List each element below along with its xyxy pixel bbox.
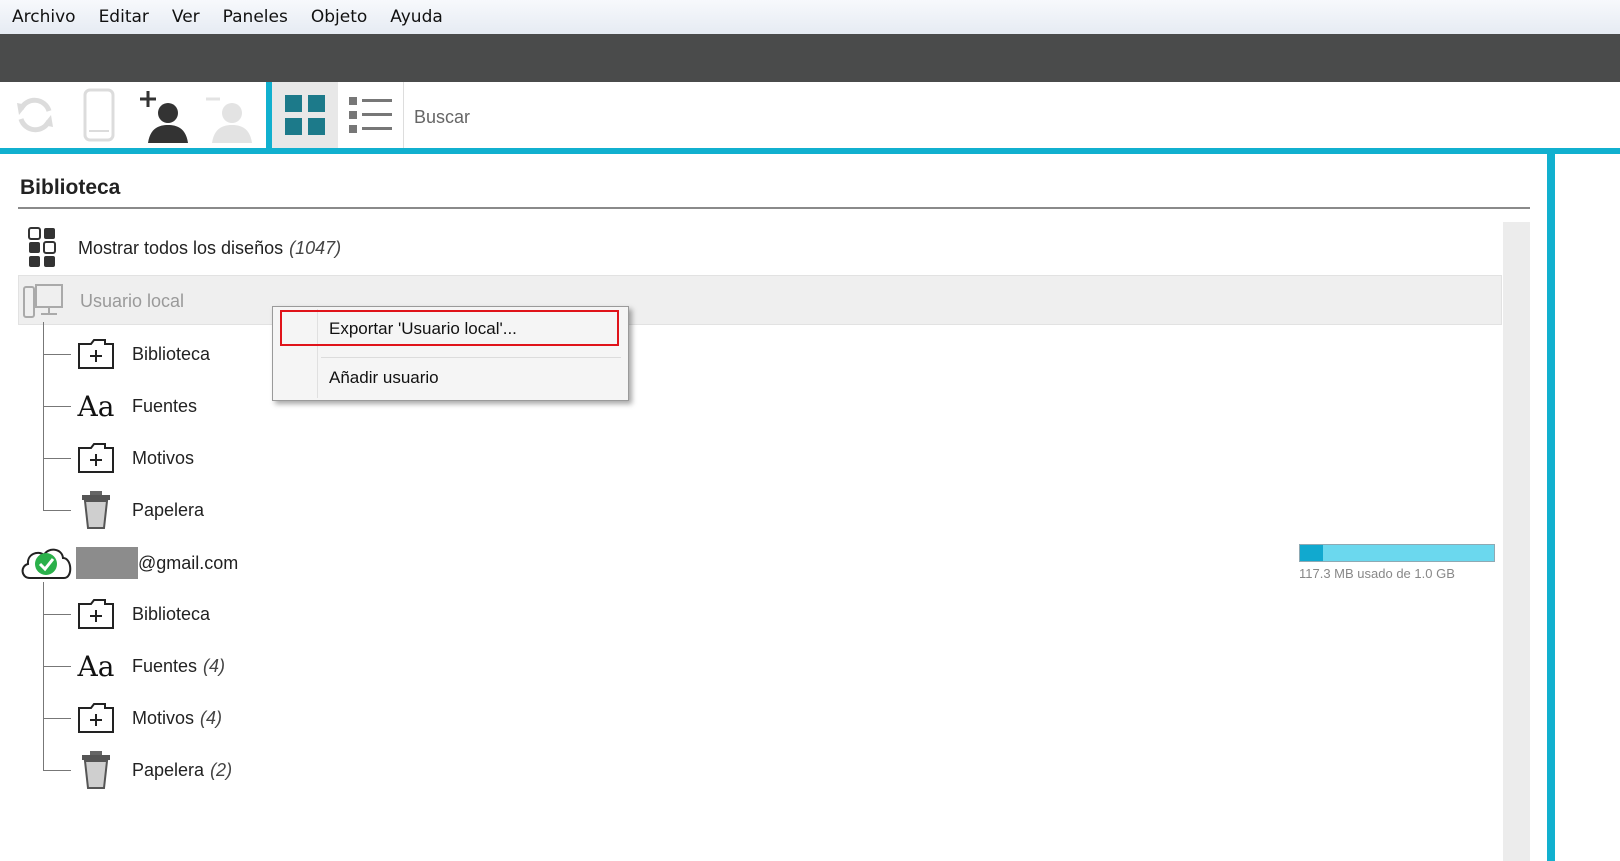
cloud-email-label: @gmail.com: [138, 552, 239, 573]
menu-objeto[interactable]: Objeto: [311, 7, 367, 27]
tree-line: [43, 582, 44, 771]
toolbar: [0, 82, 1620, 154]
cloud-motifs-label: Motivos: [132, 707, 195, 728]
tree-branch: [43, 354, 71, 355]
local-motifs-label: Motivos: [132, 447, 195, 468]
title-strip: [0, 34, 1620, 82]
cloud-check-icon: [18, 544, 74, 582]
cloud-trash-item[interactable]: Papelera (2): [76, 748, 232, 792]
panel-divider: [18, 207, 1530, 209]
menu-ver[interactable]: Ver: [172, 7, 200, 27]
toolbar-left-group: [0, 82, 268, 148]
tree-branch: [43, 614, 71, 615]
add-user-icon: [140, 91, 188, 143]
redacted-email-block: [76, 547, 138, 579]
cloud-motifs-count: (4): [200, 707, 223, 728]
tree-branch: [43, 510, 71, 511]
list-view-button[interactable]: [338, 82, 404, 148]
local-trash-item[interactable]: Papelera: [76, 488, 204, 532]
storage-fill: [1300, 545, 1323, 561]
font-icon: Aa: [77, 649, 115, 683]
menu-archivo[interactable]: Archivo: [12, 7, 76, 27]
local-motifs-item[interactable]: Motivos: [76, 438, 194, 478]
tree-branch: [43, 666, 71, 667]
cloud-fonts-label: Fuentes: [132, 655, 198, 676]
local-user-highlight: [18, 275, 1502, 325]
search-input[interactable]: [414, 102, 1114, 132]
folder-add-icon: [76, 442, 116, 474]
grid-view-button[interactable]: [272, 82, 338, 148]
device-icon: [83, 88, 115, 142]
folder-add-icon: [76, 702, 116, 734]
local-user-label: Usuario local: [80, 290, 185, 311]
remove-user-button[interactable]: [200, 82, 256, 148]
device-button[interactable]: [76, 82, 122, 148]
cloud-library-item[interactable]: Biblioteca: [76, 594, 210, 634]
local-trash-label: Papelera: [132, 499, 205, 520]
tree-branch: [43, 770, 71, 771]
add-user-item[interactable]: Añadir usuario: [329, 368, 439, 388]
cloud-fonts-item[interactable]: Aa Fuentes (4): [76, 646, 226, 686]
list-view-icon: [348, 97, 392, 133]
menu-bar: Archivo Editar Ver Paneles Objeto Ayuda: [0, 0, 1620, 34]
local-library-label: Biblioteca: [132, 343, 211, 364]
menu-editar[interactable]: Editar: [99, 7, 149, 27]
show-all-label: Mostrar todos los diseños: [78, 237, 284, 258]
grid-view-icon: [285, 95, 325, 135]
font-icon: Aa: [77, 389, 115, 423]
context-menu: Exportar 'Usuario local'... Añadir usuar…: [272, 306, 629, 401]
cloud-motifs-item[interactable]: Motivos (4): [76, 698, 222, 738]
tree-branch: [43, 718, 71, 719]
folder-add-icon: [76, 598, 116, 630]
menu-ayuda[interactable]: Ayuda: [390, 7, 443, 27]
cloud-user-row[interactable]: @gmail.com: [18, 542, 238, 584]
local-fonts-item[interactable]: Aa Fuentes: [76, 386, 198, 426]
show-all-count: (1047): [289, 237, 342, 258]
show-all-designs-row[interactable]: Mostrar todos los diseños (1047): [24, 226, 341, 270]
local-user-row[interactable]: Usuario local: [22, 280, 184, 322]
tree-branch: [43, 406, 71, 407]
local-fonts-label: Fuentes: [132, 395, 198, 416]
sync-icon: [17, 97, 53, 133]
tree-line: [43, 322, 44, 511]
folder-add-icon: [76, 338, 116, 370]
cloud-trash-label: Papelera: [132, 759, 205, 780]
view-toggle: [272, 82, 404, 148]
storage-bar: [1299, 544, 1495, 562]
cloud-library-label: Biblioteca: [132, 603, 211, 624]
storage-text: 117.3 MB usado de 1.0 GB: [1299, 566, 1455, 581]
trash-icon: [76, 750, 116, 790]
cloud-fonts-count: (4): [203, 655, 226, 676]
tree-branch: [43, 458, 71, 459]
sync-button[interactable]: [8, 82, 62, 148]
local-library-item[interactable]: Biblioteca: [76, 334, 210, 374]
context-menu-separator: [321, 357, 621, 358]
remove-user-icon: [206, 97, 252, 143]
right-accent-bar: [1547, 154, 1555, 861]
panel-title: Biblioteca: [20, 176, 121, 199]
export-local-user-item[interactable]: Exportar 'Usuario local'...: [329, 319, 517, 339]
cloud-trash-count: (2): [210, 759, 233, 780]
add-user-button[interactable]: [136, 82, 192, 148]
menu-paneles[interactable]: Paneles: [223, 7, 288, 27]
computer-icon: [22, 281, 64, 321]
all-designs-icon: [24, 227, 60, 269]
trash-icon: [76, 490, 116, 530]
scrollbar[interactable]: [1503, 222, 1530, 861]
